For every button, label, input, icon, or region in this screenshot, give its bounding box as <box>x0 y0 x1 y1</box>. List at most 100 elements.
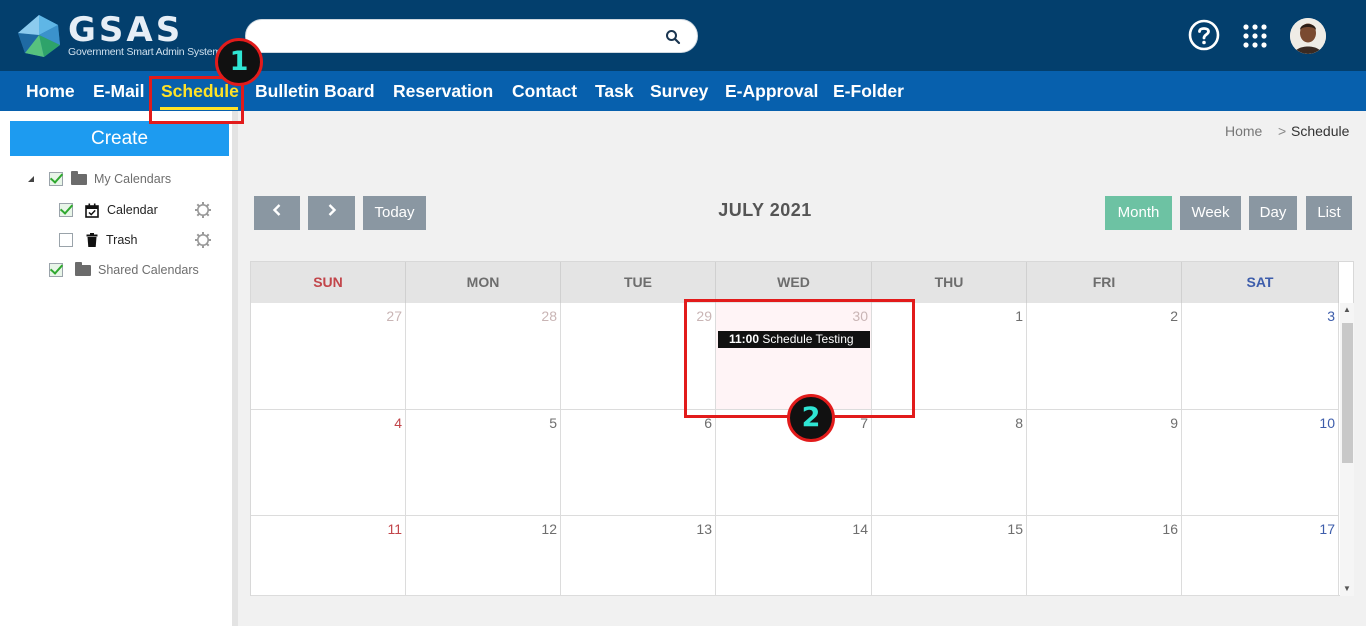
nav-reservation[interactable]: Reservation <box>393 71 493 111</box>
date-number[interactable]: 13 <box>696 521 712 537</box>
day-cell-mon[interactable]: 5 <box>406 410 561 516</box>
date-number[interactable]: 15 <box>1007 521 1023 537</box>
folder-icon <box>71 170 87 185</box>
scroll-up-arrow-icon[interactable]: ▲ <box>1340 303 1354 317</box>
sidebar: Create My Calendars Calendar Trash Share… <box>0 111 232 626</box>
nav-active-indicator <box>160 107 238 110</box>
annotation-badge-1: 1 <box>215 38 263 86</box>
day-cell-tue[interactable]: 6 <box>561 410 716 516</box>
day-cell-fri[interactable]: 2 <box>1027 303 1182 410</box>
event-schedule-testing[interactable]: 11:00 Schedule Testing <box>718 331 870 348</box>
day-cell-thu[interactable]: 15 <box>872 516 1027 596</box>
nav-email[interactable]: E-Mail <box>93 71 145 111</box>
date-number[interactable]: 10 <box>1319 415 1335 431</box>
nav-contact[interactable]: Contact <box>512 71 577 111</box>
create-button[interactable]: Create <box>10 121 229 156</box>
my-calendars-checkbox[interactable] <box>49 172 63 186</box>
prev-month-button[interactable] <box>254 196 300 230</box>
tree-my-calendars[interactable]: My Calendars <box>27 169 171 189</box>
weekday-header-tue: TUE <box>561 262 716 303</box>
calendar-settings-gear-icon[interactable] <box>194 201 212 219</box>
today-button[interactable]: Today <box>363 196 426 230</box>
event-title: Schedule Testing <box>762 332 854 346</box>
date-number[interactable]: 11 <box>387 521 402 537</box>
apps-grid-icon[interactable] <box>1242 23 1268 49</box>
date-number[interactable]: 9 <box>1170 415 1178 431</box>
weekday-header-mon: MON <box>406 262 561 303</box>
day-cell-wed[interactable]: 30 11:00 Schedule Testing <box>716 303 872 410</box>
breadcrumb-current: Schedule <box>1291 123 1350 139</box>
day-cell-thu[interactable]: 8 <box>872 410 1027 516</box>
date-number[interactable]: 14 <box>852 521 868 537</box>
breadcrumb-home[interactable]: Home <box>1225 123 1262 139</box>
logo-subtitle: Government Smart Admin System <box>68 46 221 58</box>
weekday-header-sun: SUN <box>251 262 406 303</box>
tree-trash[interactable]: Trash <box>59 230 138 250</box>
date-number[interactable]: 4 <box>394 415 402 431</box>
shared-calendars-checkbox[interactable] <box>49 263 63 277</box>
chevron-right-icon <box>328 204 336 216</box>
scroll-down-arrow-icon[interactable]: ▼ <box>1340 582 1354 596</box>
my-calendars-label: My Calendars <box>94 172 172 186</box>
day-cell-mon[interactable]: 28 <box>406 303 561 410</box>
date-number[interactable]: 28 <box>541 308 557 324</box>
scrollbar-thumb[interactable] <box>1342 323 1353 463</box>
day-cell-thu[interactable]: 1 <box>872 303 1027 410</box>
nav-e-approval[interactable]: E-Approval <box>725 71 818 111</box>
day-cell-tue[interactable]: 13 <box>561 516 716 596</box>
date-number[interactable]: 6 <box>704 415 712 431</box>
view-month-button[interactable]: Month <box>1105 196 1172 230</box>
view-list-button[interactable]: List <box>1306 196 1352 230</box>
view-day-button[interactable]: Day <box>1249 196 1297 230</box>
tree-shared-calendars[interactable]: Shared Calendars <box>49 260 199 280</box>
day-cell-tue[interactable]: 29 <box>561 303 716 410</box>
calendar-checkbox[interactable] <box>59 203 73 217</box>
day-cell-mon[interactable]: 12 <box>406 516 561 596</box>
date-number[interactable]: 5 <box>549 415 557 431</box>
trash-checkbox[interactable] <box>59 233 73 247</box>
next-month-button[interactable] <box>308 196 355 230</box>
date-number[interactable]: 1 <box>1015 308 1023 324</box>
trash-settings-gear-icon[interactable] <box>194 231 212 249</box>
nav-home[interactable]: Home <box>26 71 75 111</box>
date-number[interactable]: 7 <box>860 415 868 431</box>
tree-calendar[interactable]: Calendar <box>59 200 158 220</box>
gsas-logo[interactable]: GSAS Government Smart Admin System <box>16 11 221 61</box>
day-cell-fri[interactable]: 16 <box>1027 516 1182 596</box>
date-number[interactable]: 30 <box>852 308 868 324</box>
day-cell-sun[interactable]: 11 <box>251 516 406 596</box>
user-avatar[interactable] <box>1290 18 1326 54</box>
date-number[interactable]: 27 <box>386 308 402 324</box>
date-number[interactable]: 16 <box>1162 521 1178 537</box>
date-number[interactable]: 29 <box>696 308 712 324</box>
search-icon[interactable] <box>665 29 681 45</box>
shared-calendars-label: Shared Calendars <box>98 263 199 277</box>
view-week-button[interactable]: Week <box>1180 196 1241 230</box>
date-number[interactable]: 17 <box>1319 521 1335 537</box>
day-cell-sun[interactable]: 4 <box>251 410 406 516</box>
day-cell-fri[interactable]: 9 <box>1027 410 1182 516</box>
date-number[interactable]: 12 <box>541 521 557 537</box>
logo-mark-icon <box>18 15 60 57</box>
nav-e-folder[interactable]: E-Folder <box>833 71 904 111</box>
nav-survey[interactable]: Survey <box>650 71 708 111</box>
calendar-scrollbar[interactable]: ▲ ▼ <box>1340 303 1354 596</box>
collapse-triangle-icon[interactable] <box>27 175 35 183</box>
folder-icon <box>75 261 91 276</box>
date-number[interactable]: 2 <box>1170 308 1178 324</box>
annotation-badge-2: 2 <box>787 394 835 442</box>
day-cell-wed[interactable]: 14 <box>716 516 872 596</box>
day-cell-sun[interactable]: 27 <box>251 303 406 410</box>
weekday-header-sat: SAT <box>1182 262 1339 303</box>
chevron-left-icon <box>272 204 281 216</box>
day-cell-sat[interactable]: 10 <box>1182 410 1339 516</box>
day-cell-sat[interactable]: 3 <box>1182 303 1339 410</box>
date-number[interactable]: 3 <box>1327 308 1335 324</box>
help-circle-icon[interactable] <box>1188 19 1220 51</box>
trash-icon <box>86 233 98 247</box>
search-input[interactable] <box>260 26 655 48</box>
nav-bulletin-board[interactable]: Bulletin Board <box>255 71 375 111</box>
date-number[interactable]: 8 <box>1015 415 1023 431</box>
day-cell-sat[interactable]: 17 <box>1182 516 1339 596</box>
nav-task[interactable]: Task <box>595 71 634 111</box>
